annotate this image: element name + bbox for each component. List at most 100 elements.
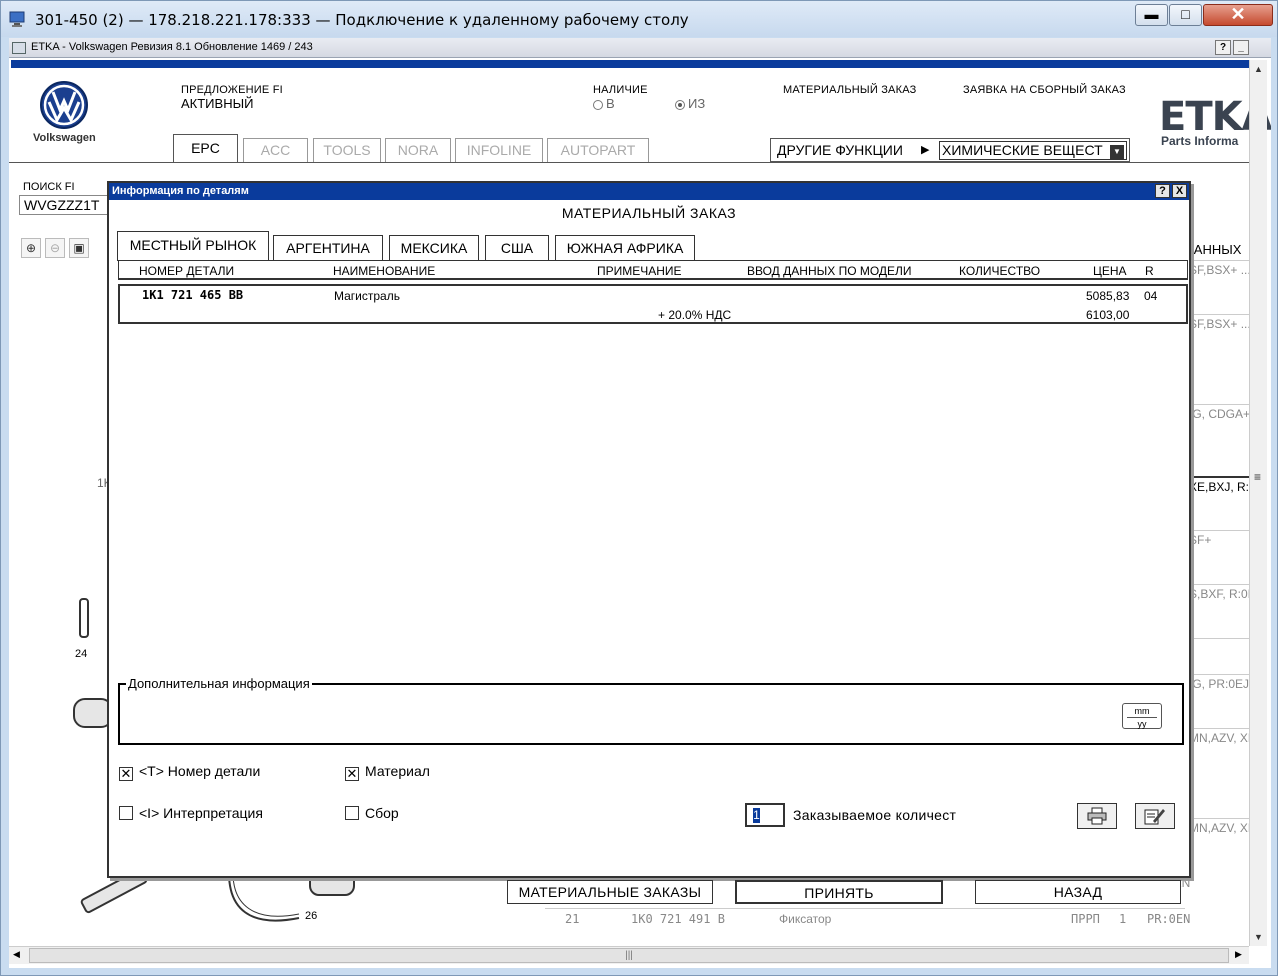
order-quantity-label: Заказываемое количест xyxy=(793,807,957,823)
radio-out-label: ИЗ xyxy=(688,96,706,111)
zoom-in-icon[interactable]: ⊕ xyxy=(21,238,41,258)
horizontal-scrollbar[interactable]: ◀ ||| ▶ xyxy=(9,946,1249,964)
checkbox-unchecked-icon[interactable] xyxy=(119,806,133,820)
dialog-title-bar[interactable]: Информация по деталям ? X xyxy=(109,183,1189,200)
bg-row-4: XE,BXJ, R:0EJ xyxy=(1189,476,1249,528)
radio-in-circle xyxy=(593,99,603,110)
etka-app-icon xyxy=(12,42,26,54)
scroll-down-icon[interactable]: ▼ xyxy=(1254,932,1263,942)
material-checkbox[interactable]: ✕ Материал xyxy=(345,763,430,781)
horizontal-scroll-thumb[interactable]: ||| xyxy=(29,948,1229,963)
tab-tools[interactable]: TOOLS xyxy=(313,138,381,163)
material-orders-button[interactable]: МАТЕРИАЛЬНЫЕ ЗАКАЗЫ xyxy=(507,880,713,904)
col-note[interactable]: ПРИМЕЧАНИЕ xyxy=(597,264,682,278)
zoom-fit-icon[interactable]: ▣ xyxy=(69,238,89,258)
tab-usa[interactable]: США xyxy=(485,235,549,261)
bg-row-qty: 1 xyxy=(1119,912,1127,926)
tab-infoline[interactable]: INFOLINE xyxy=(455,138,543,163)
scroll-right-icon[interactable]: ▶ xyxy=(1235,949,1242,960)
accept-button[interactable]: ПРИНЯТЬ xyxy=(735,880,943,904)
dialog-help-button[interactable]: ? xyxy=(1155,184,1170,198)
search-label: ПОИСК FI xyxy=(23,181,75,193)
col-price[interactable]: ЦЕНА xyxy=(1093,264,1127,278)
part-number-checkbox[interactable]: ✕ <T> Номер детали xyxy=(119,763,260,781)
minimize-icon: ▬ xyxy=(1144,6,1159,22)
radio-out[interactable]: ИЗ xyxy=(675,96,705,111)
date-format-button[interactable]: mm yy xyxy=(1122,703,1162,729)
bg-row-part: 1K0 721 491 B xyxy=(631,912,725,926)
proposal-value: АКТИВНЫЙ xyxy=(181,96,254,111)
zoom-out-icon[interactable]: ⊖ xyxy=(45,238,65,258)
etka-title-bar: ETKA - Volkswagen Ревизия 8.1 Обновление… xyxy=(9,38,1271,58)
checkbox-unchecked-icon[interactable] xyxy=(345,806,359,820)
tab-nora[interactable]: NORA xyxy=(385,138,451,163)
edit-icon xyxy=(1144,809,1165,825)
dialog-title: Информация по деталям xyxy=(112,185,249,197)
scroll-grip-icon[interactable]: ≡ xyxy=(1254,470,1261,484)
chemicals-select[interactable]: ХИМИЧЕСКИЕ ВЕЩЕСТ ▼ xyxy=(939,141,1127,160)
material-label: Материал xyxy=(365,763,430,779)
etka-title: ETKA - Volkswagen Ревизия 8.1 Обновление… xyxy=(31,41,313,53)
dialog-close-button[interactable]: X xyxy=(1172,184,1187,198)
interpretation-checkbox[interactable]: <I> Интерпретация xyxy=(119,805,263,821)
mmyy-top: mm xyxy=(1134,706,1150,716)
bg-row-name: Фиксатор xyxy=(779,912,832,926)
etka-logo-subtitle: Parts Informa xyxy=(1161,134,1239,148)
rdp-window: 301-450 (2) — 178.218.221.178:333 — Подк… xyxy=(0,0,1278,976)
bg-row-9: MN,AZV, XF,BXE, S+ xyxy=(1189,728,1249,818)
minimize-button[interactable]: ▬ xyxy=(1135,4,1168,26)
radio-in-label: В xyxy=(606,96,615,111)
scroll-left-icon[interactable]: ◀ xyxy=(13,949,20,960)
etka-help-button[interactable]: ? xyxy=(1215,40,1231,55)
triangle-right-icon: ▶ xyxy=(921,144,930,156)
order-quantity-input[interactable]: 1 xyxy=(745,803,785,827)
material-order-link[interactable]: МАТЕРИАЛЬНЫЙ ЗАКАЗ xyxy=(783,84,916,96)
col-model-input[interactable]: ВВОД ДАННЫХ ПО МОДЕЛИ xyxy=(747,264,912,278)
assembly-checkbox[interactable]: Сбор xyxy=(345,805,399,821)
bg-row-pr: ПРРП xyxy=(1071,912,1100,926)
bg-row-3: ,G, CDGA+ xyxy=(1189,404,1249,476)
tab-argentina[interactable]: АРГЕНТИНА xyxy=(273,235,383,261)
col-r[interactable]: R xyxy=(1145,264,1154,278)
other-functions-bar[interactable]: ДРУГИЕ ФУНКЦИИ ▶ ХИМИЧЕСКИЕ ВЕЩЕСТ ▼ xyxy=(770,138,1130,162)
other-functions-label[interactable]: ДРУГИЕ ФУНКЦИИ xyxy=(777,142,903,158)
remote-desktop-area: ETKA - Volkswagen Ревизия 8.1 Обновление… xyxy=(9,38,1271,968)
tab-baseline xyxy=(9,162,1249,163)
row-name: Магистраль xyxy=(334,289,400,303)
radio-in[interactable]: В xyxy=(593,96,615,111)
checkbox-checked-icon[interactable]: ✕ xyxy=(119,767,133,781)
diagram-hose-line xyxy=(228,872,300,922)
search-input[interactable]: WVGZZZ1T xyxy=(19,195,119,215)
tab-epc[interactable]: EPC xyxy=(173,134,238,163)
availability-label: НАЛИЧИЕ xyxy=(593,84,648,96)
close-icon: ✕ xyxy=(1230,4,1246,24)
col-part-no[interactable]: НОМЕР ДЕТАЛИ xyxy=(139,264,234,278)
scroll-up-icon[interactable]: ▲ xyxy=(1254,64,1263,74)
edit-button[interactable] xyxy=(1135,803,1175,829)
additional-info-label: Дополнительная информация xyxy=(126,676,312,691)
volkswagen-logo-icon xyxy=(40,81,88,129)
additional-info-box[interactable]: Дополнительная информация mm yy xyxy=(118,676,1184,745)
chevron-down-icon[interactable]: ▼ xyxy=(1110,145,1124,159)
rdp-title-bar[interactable]: 301-450 (2) — 178.218.221.178:333 — Подк… xyxy=(1,1,1277,37)
remote-desktop-icon xyxy=(9,11,25,27)
maximize-button[interactable]: □ xyxy=(1169,4,1202,26)
print-button[interactable] xyxy=(1077,803,1117,829)
tab-mexico[interactable]: МЕКСИКА xyxy=(389,235,479,261)
tab-local-market[interactable]: МЕСТНЫЙ РЫНОК xyxy=(117,231,269,261)
vertical-scrollbar[interactable]: ▲ ≡ ▼ xyxy=(1249,60,1267,946)
checkbox-checked-icon[interactable]: ✕ xyxy=(345,767,359,781)
tab-acc[interactable]: ACC xyxy=(243,138,308,163)
row-vat-note: + 20.0% НДС xyxy=(658,308,732,322)
assembly-order-link[interactable]: ЗАЯВКА НА СБОРНЫЙ ЗАКАЗ xyxy=(963,84,1126,96)
tab-south-africa[interactable]: ЮЖНАЯ АФРИКА xyxy=(555,235,695,261)
etka-minimize-button[interactable]: _ xyxy=(1233,40,1249,55)
back-button[interactable]: НАЗАД xyxy=(975,880,1181,904)
bg-row-8: ,G, PR:0EJ xyxy=(1189,674,1249,728)
tab-autopart[interactable]: AUTOPART xyxy=(547,138,649,163)
table-row[interactable]: 1K1 721 465 BB Магистраль + 20.0% НДС 50… xyxy=(118,284,1188,324)
close-button[interactable]: ✕ xyxy=(1203,4,1273,26)
row-price: 5085,83 xyxy=(1086,289,1130,303)
col-name[interactable]: НАИМЕНОВАНИЕ xyxy=(333,264,435,278)
col-qty[interactable]: КОЛИЧЕСТВО xyxy=(959,264,1040,278)
